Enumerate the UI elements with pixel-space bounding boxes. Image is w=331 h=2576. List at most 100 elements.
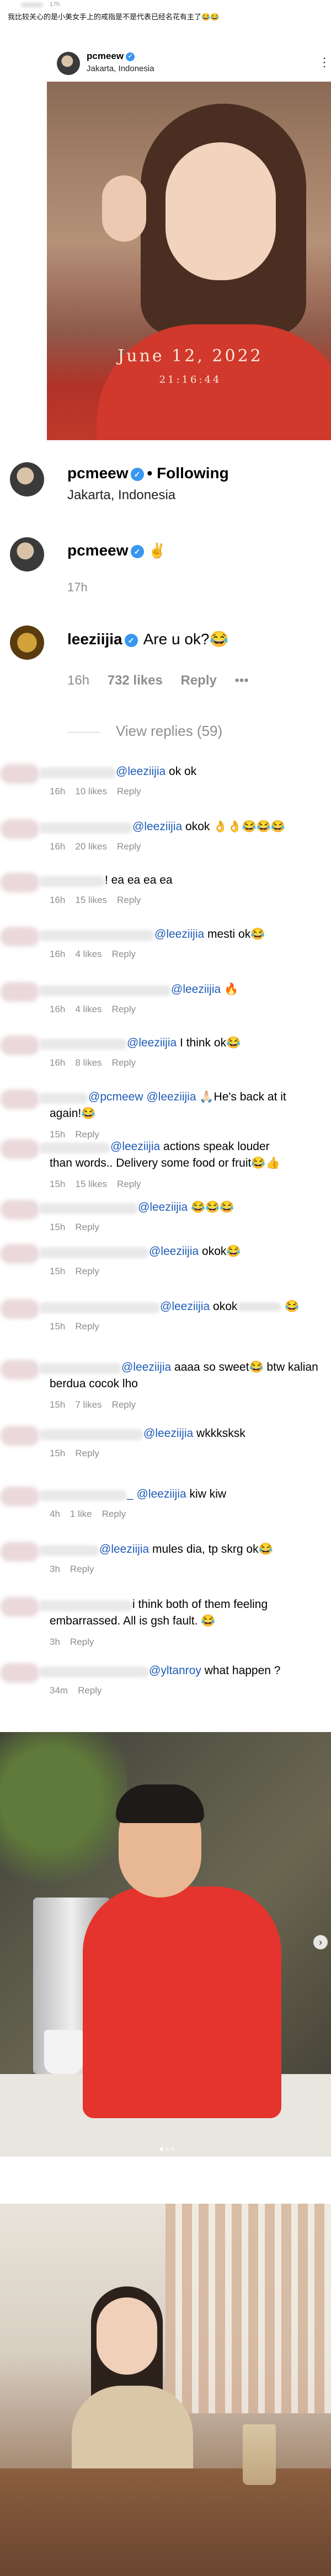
avatar[interactable]: [0, 1542, 40, 1562]
verified-icon: ✓: [124, 633, 138, 647]
avatar[interactable]: [0, 1244, 40, 1264]
avatar[interactable]: [10, 626, 44, 660]
mention-link[interactable]: @leeziijia: [143, 1427, 193, 1440]
reply-button[interactable]: Reply: [70, 1637, 94, 1647]
mention-link[interactable]: @leeziijia: [149, 1245, 199, 1258]
avatar[interactable]: [0, 1663, 40, 1683]
avatar[interactable]: [0, 1035, 40, 1055]
carousel-next-icon[interactable]: ›: [313, 1935, 328, 1949]
list-item: @leeziijia okok😂 15h Reply: [0, 1244, 331, 1294]
reply-likes[interactable]: 15 likes: [75, 1179, 107, 1189]
avatar[interactable]: [0, 1139, 40, 1159]
avatar[interactable]: [0, 764, 40, 784]
reply-body: 🔥: [221, 983, 239, 996]
mention-link[interactable]: _ @leeziijia: [127, 1488, 186, 1500]
mention-link[interactable]: @leeziijia: [154, 928, 204, 940]
avatar[interactable]: [0, 1089, 40, 1109]
reply-time: 15h: [50, 1222, 66, 1232]
reply-button[interactable]: Reply: [112, 949, 136, 959]
photo-hair: [116, 1784, 204, 1823]
reply-button[interactable]: Reply: [117, 841, 141, 852]
avatar[interactable]: [0, 1299, 40, 1319]
reply-button[interactable]: Reply: [117, 1179, 141, 1189]
reply-body: actions speak louder: [160, 1140, 270, 1153]
comment-username[interactable]: leeziijia ✓ Are u ok?😂: [67, 630, 228, 648]
avatar[interactable]: [10, 462, 44, 496]
mention-link[interactable]: @leeziijia: [116, 765, 166, 778]
profile-location[interactable]: Jakarta, Indonesia: [67, 488, 175, 503]
mention-link[interactable]: @leeziijia: [127, 1036, 177, 1049]
reply-meta: 16h 4 likes Reply: [50, 1004, 146, 1015]
mention-link[interactable]: @leeziijia: [138, 1201, 188, 1214]
reply-likes[interactable]: 4 likes: [75, 949, 102, 959]
reply-likes[interactable]: 15 likes: [75, 895, 107, 905]
avatar[interactable]: [0, 1200, 40, 1220]
reply-body: mules dia, tp skrg ok😂: [149, 1543, 273, 1556]
reply-meta: 15h Reply: [50, 1129, 109, 1140]
reply-button[interactable]: Reply: [112, 1399, 136, 1410]
view-replies-label[interactable]: View replies (59): [116, 723, 222, 739]
avatar[interactable]: [0, 1597, 40, 1617]
blurred-username: [39, 1142, 110, 1153]
post-username[interactable]: pcmeew ✓: [87, 51, 135, 62]
avatar[interactable]: [57, 52, 80, 75]
reply-button[interactable]: Reply: [75, 1448, 99, 1458]
mention-link[interactable]: @leeziijia: [160, 1300, 210, 1313]
reply-button[interactable]: Reply: [102, 1509, 126, 1519]
caption-username-text[interactable]: pcmeew: [67, 542, 129, 559]
profile-username[interactable]: pcmeew ✓ • Following: [67, 464, 229, 482]
mention-link[interactable]: @leeziijia: [171, 983, 221, 996]
reply-meta: 3h Reply: [50, 1564, 104, 1575]
avatar[interactable]: [10, 537, 44, 571]
reply-button[interactable]: Reply: [117, 895, 141, 905]
view-replies-button[interactable]: View replies (59): [67, 723, 222, 740]
blurred-username: [39, 1203, 138, 1214]
reply-likes[interactable]: 20 likes: [75, 841, 107, 852]
post-username-text[interactable]: pcmeew: [87, 51, 124, 61]
reply-button[interactable]: Reply: [112, 1004, 136, 1014]
mention-link[interactable]: @leeziijia: [132, 820, 182, 833]
caption-username[interactable]: pcmeew ✓ ✌️: [67, 542, 166, 559]
profile-header: pcmeew ✓ • Following Jakarta, Indonesia: [0, 452, 331, 507]
reply-likes[interactable]: 7 likes: [75, 1399, 102, 1410]
reply-button[interactable]: Reply: [70, 1564, 94, 1574]
reply-button[interactable]: Reply: [78, 1685, 102, 1696]
avatar[interactable]: [0, 927, 40, 947]
avatar[interactable]: [0, 819, 40, 839]
reply-button[interactable]: Reply: [180, 673, 216, 688]
avatar[interactable]: [0, 873, 40, 892]
comment-username-text[interactable]: leeziijia: [67, 630, 122, 648]
reply-likes[interactable]: 8 likes: [75, 1057, 102, 1068]
mention-link[interactable]: @leeziijia: [99, 1543, 149, 1556]
reply-button[interactable]: Reply: [75, 1266, 99, 1276]
reply-likes[interactable]: 10 likes: [75, 786, 107, 797]
reply-button[interactable]: Reply: [75, 1222, 99, 1232]
mention-link[interactable]: @leeziijia: [121, 1361, 171, 1373]
reply-button[interactable]: Reply: [112, 1057, 136, 1068]
profile-username-text[interactable]: pcmeew: [67, 464, 129, 482]
post-location[interactable]: Jakarta, Indonesia: [87, 64, 154, 73]
reply-button[interactable]: Reply: [117, 786, 141, 797]
photo-woman-cafe[interactable]: [0, 2204, 331, 2576]
reply-button[interactable]: Reply: [75, 1321, 99, 1332]
comment-likes[interactable]: 732 likes: [108, 673, 163, 688]
reply-meta: 34m Reply: [50, 1685, 112, 1696]
avatar[interactable]: [0, 1487, 40, 1506]
photo-date-stamp: June 12, 2022: [118, 346, 263, 366]
mention-link[interactable]: @yltanroy: [149, 1664, 201, 1677]
mention-link[interactable]: @leeziijia: [110, 1140, 160, 1153]
list-item: i think both of them feeling embarrassed.…: [0, 1597, 331, 1647]
post-photo[interactable]: June 12, 2022 21:16:44: [47, 82, 331, 440]
list-item: @pcmeew @leeziijia 🙏🏻He's back at it agai…: [0, 1089, 331, 1140]
mention-link[interactable]: @pcmeew @leeziijia: [88, 1091, 196, 1103]
avatar[interactable]: [0, 982, 40, 1002]
more-options-icon[interactable]: ⋮: [318, 55, 330, 70]
reply-button[interactable]: Reply: [75, 1129, 99, 1140]
photo-man-kitchen[interactable]: ›: [0, 1732, 331, 2157]
comment-more-button[interactable]: •••: [235, 673, 249, 688]
avatar[interactable]: [0, 1360, 40, 1380]
avatar[interactable]: [0, 1426, 40, 1446]
reply-likes[interactable]: 1 like: [70, 1509, 92, 1519]
reply-likes[interactable]: 4 likes: [75, 1004, 102, 1014]
following-button[interactable]: • Following: [147, 464, 229, 482]
